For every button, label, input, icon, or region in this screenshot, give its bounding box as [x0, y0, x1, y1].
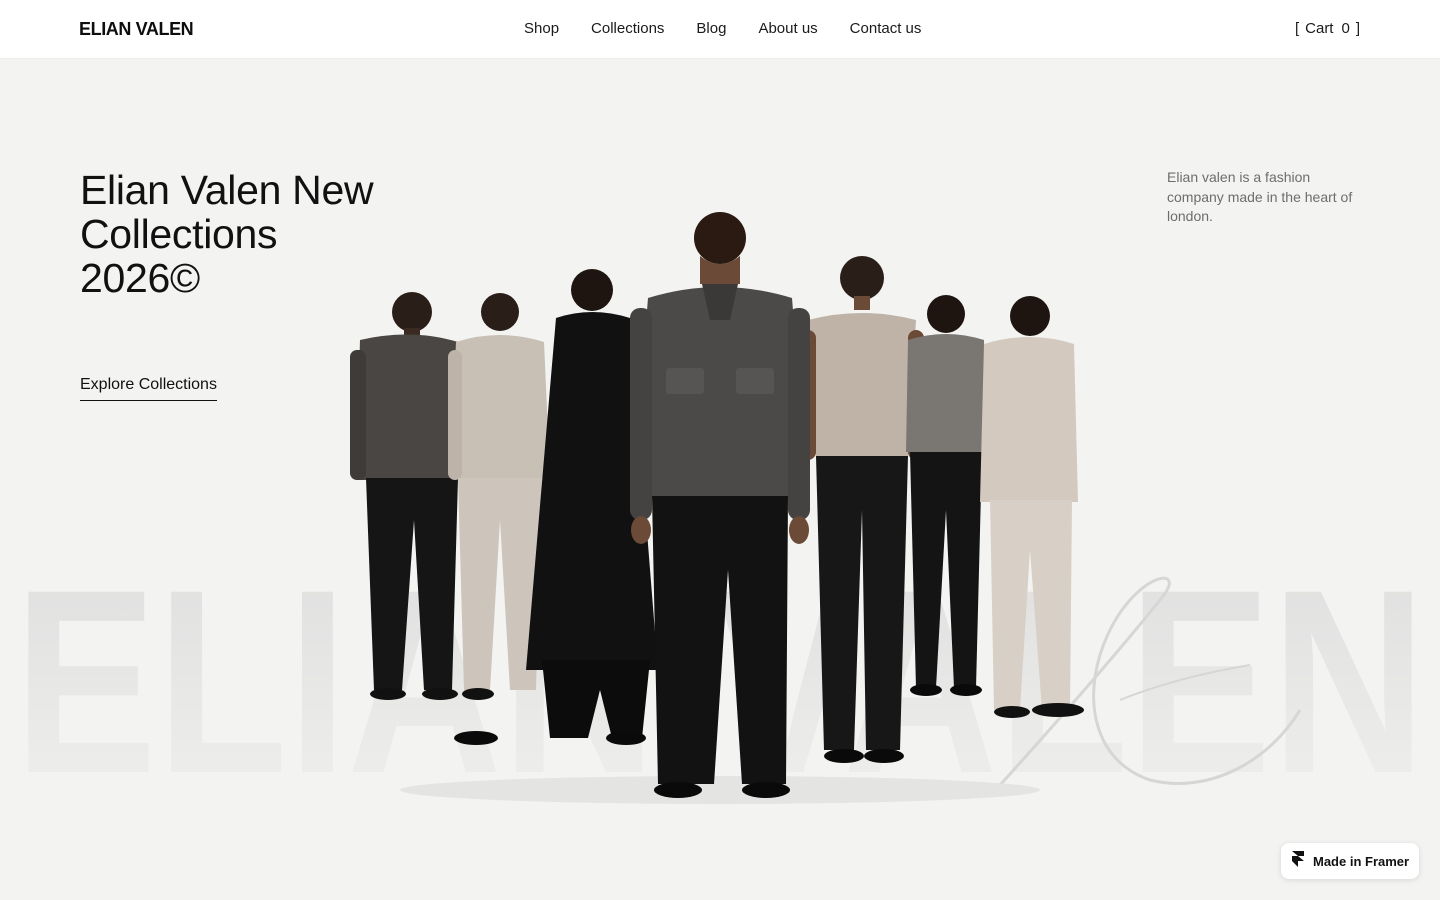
brand-logo[interactable]: ELIAN VALEN — [79, 19, 194, 40]
nav-about-us[interactable]: About us — [758, 20, 817, 37]
site-header: ELIAN VALEN Shop Collections Blog About … — [0, 0, 1440, 59]
framer-icon — [1291, 850, 1305, 873]
nav-blog[interactable]: Blog — [696, 20, 726, 37]
brand-description: Elian valen is a fashion company made in… — [1167, 169, 1353, 224]
cart-bracket-close: ] — [1355, 20, 1360, 37]
hero-title-line-3: 2026© — [80, 255, 200, 301]
cart-bracket-open: [ — [1294, 20, 1300, 37]
cart-label: Cart — [1305, 20, 1334, 37]
badge-label: Made in Framer — [1313, 853, 1410, 869]
hero-title-line-2: Collections — [80, 211, 278, 257]
explore-collections-link[interactable]: Explore Collections — [80, 376, 217, 401]
nav-shop[interactable]: Shop — [524, 20, 559, 37]
nav-collections[interactable]: Collections — [591, 20, 664, 37]
models-group-image — [330, 190, 1110, 820]
main-nav: Shop Collections Blog About us Contact u… — [524, 20, 921, 37]
nav-contact-us[interactable]: Contact us — [850, 20, 922, 37]
hero-title-line-1: Elian Valen New — [80, 167, 374, 213]
cart-count: 0 — [1341, 20, 1350, 37]
cart-button[interactable]: [ Cart 0 ] — [1295, 20, 1360, 37]
hero-title: Elian Valen New Collections 2026© — [80, 168, 420, 300]
made-in-framer-badge[interactable]: Made in Framer — [1281, 843, 1419, 879]
